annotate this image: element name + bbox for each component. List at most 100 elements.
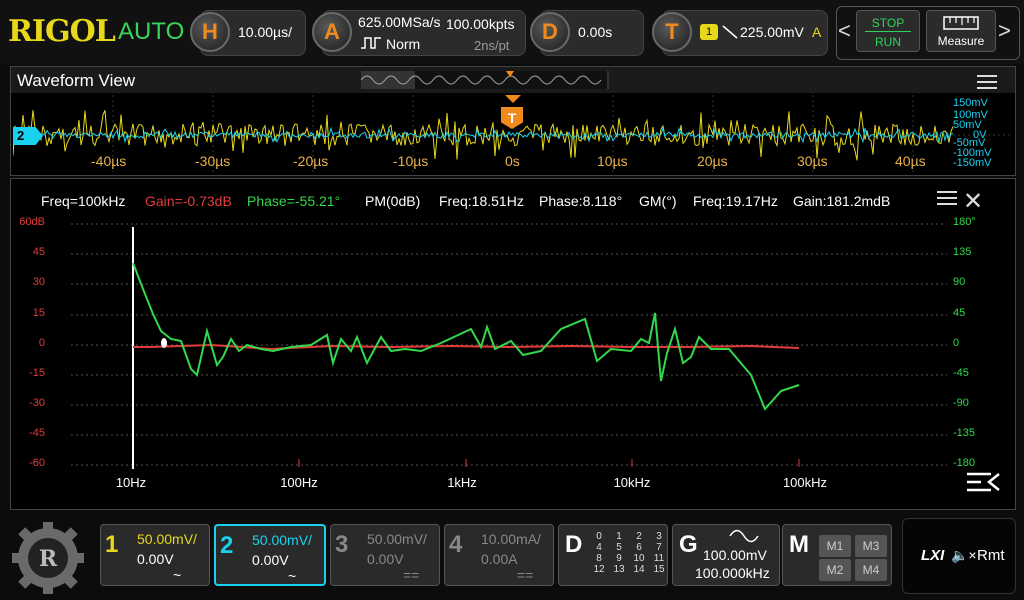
channel2-scale: 50.00mV/ bbox=[252, 532, 312, 548]
digital-ch: 1 bbox=[616, 531, 622, 542]
time-tick: 40µs bbox=[895, 153, 926, 169]
channel1-box[interactable]: 1 50.00mV/ 0.00V ~ bbox=[100, 524, 210, 586]
time-tick: -10µs bbox=[393, 153, 429, 169]
digital-ch: 6 bbox=[636, 542, 642, 553]
time-tick: 10µs bbox=[597, 153, 628, 169]
time-tick: -40µs bbox=[91, 153, 127, 169]
generator-frequency: 100.000kHz bbox=[695, 565, 770, 581]
digital-ch: 0 bbox=[596, 531, 602, 542]
rising-edge-icon bbox=[722, 25, 738, 39]
waveform-view-panel: Waveform View T 2 -40µs -30µs -20µs -10µ… bbox=[10, 66, 1016, 176]
trigger-mode-status[interactable]: AUTO bbox=[118, 18, 184, 46]
time-tick: -30µs bbox=[195, 153, 231, 169]
time-tick: 20µs bbox=[697, 153, 728, 169]
trigger-position-marker bbox=[505, 95, 521, 103]
digital-ch: 9 bbox=[616, 553, 622, 564]
digital-ch: 3 bbox=[656, 531, 662, 542]
channel4-offset: 0.00A bbox=[481, 551, 518, 567]
brand-logo: RIGOL bbox=[8, 14, 116, 49]
generator-amplitude: 100.00mV bbox=[703, 547, 767, 563]
gain-curve bbox=[133, 343, 800, 351]
trigger-source-badge: 1 bbox=[700, 24, 718, 40]
math-m2-button[interactable]: M2 bbox=[819, 559, 851, 581]
collapse-menu-icon[interactable] bbox=[965, 469, 1001, 497]
lxi-icon: LXI bbox=[921, 547, 945, 564]
generator-box[interactable]: G 100.00mV 100.000kHz bbox=[672, 524, 780, 586]
digital-ch: 11 bbox=[653, 553, 665, 564]
math-m1-button[interactable]: M1 bbox=[819, 535, 851, 557]
sound-muted-icon[interactable]: 🔈× bbox=[951, 547, 977, 564]
bode-graph[interactable] bbox=[11, 179, 1017, 511]
digital-box[interactable]: D 0 1 2 3 4 5 6 7 8 9 10 11 12 13 14 15 bbox=[558, 524, 668, 586]
digital-ch: 12 bbox=[593, 564, 605, 575]
digital-ch: 4 bbox=[596, 542, 602, 553]
acquire-icon[interactable]: A bbox=[312, 12, 352, 52]
channel2-coupling: ~ bbox=[288, 568, 297, 584]
bode-plot-panel: Freq=100kHz Gain=-0.73dB Phase=-55.21° P… bbox=[10, 178, 1016, 510]
waveform-overview-bar[interactable] bbox=[361, 69, 609, 89]
acquire-resolution: 2ns/pt bbox=[474, 38, 510, 53]
math-label: M bbox=[789, 531, 809, 558]
cursor-marker bbox=[161, 338, 167, 348]
acquire-mode: Norm bbox=[386, 36, 421, 52]
waveform-view-title: Waveform View bbox=[17, 71, 136, 90]
delay-value: 0.00s bbox=[578, 24, 613, 40]
channel1-scale: 50.00mV/ bbox=[137, 531, 197, 547]
volt-tick: -150mV bbox=[953, 157, 992, 169]
math-m4-button[interactable]: M4 bbox=[855, 559, 887, 581]
freq-axis-tick: 10kHz bbox=[613, 475, 651, 490]
sample-rate: 625.00MSa/s bbox=[358, 14, 441, 30]
channel4-coupling: == bbox=[517, 567, 534, 583]
prev-arrow-icon[interactable]: < bbox=[838, 18, 851, 44]
phase-curve bbox=[132, 262, 800, 411]
run-label: RUN bbox=[875, 35, 901, 49]
generator-label: G bbox=[679, 531, 698, 558]
trigger-state: A bbox=[812, 24, 822, 40]
channel4-number: 4 bbox=[449, 531, 463, 558]
channel3-coupling: == bbox=[403, 567, 420, 583]
trigger-icon[interactable]: T bbox=[652, 12, 692, 52]
digital-ch: 7 bbox=[656, 542, 662, 553]
waveform-menu-icon[interactable] bbox=[977, 75, 997, 89]
freq-axis-tick: 1kHz bbox=[447, 475, 477, 490]
freq-axis-tick: 10Hz bbox=[115, 475, 147, 490]
digital-ch: 14 bbox=[633, 564, 645, 575]
top-bar: RIGOL AUTO H 10.00µs/ A 625.00MSa/s 100.… bbox=[0, 0, 1024, 64]
acquire-mode-icon bbox=[361, 37, 381, 49]
time-tick: 0s bbox=[505, 153, 520, 169]
horizontal-icon[interactable]: H bbox=[190, 12, 230, 52]
volt-tick: 150mV bbox=[953, 97, 988, 109]
time-tick: -20µs bbox=[293, 153, 329, 169]
stop-run-divider bbox=[865, 31, 911, 32]
channel3-offset: 0.00V bbox=[367, 551, 404, 567]
stop-run-button[interactable]: STOP RUN bbox=[856, 10, 920, 52]
channel1-coupling: ~ bbox=[173, 567, 182, 583]
channel3-number: 3 bbox=[335, 531, 349, 558]
channel2-box[interactable]: 2 50.00mV/ 0.00V ~ bbox=[214, 524, 326, 586]
sine-wave-icon bbox=[729, 529, 759, 543]
digital-label: D bbox=[565, 531, 583, 558]
channel4-box[interactable]: 4 10.00mA/ 0.00A == bbox=[444, 524, 554, 586]
channel3-scale: 50.00mV/ bbox=[367, 531, 427, 547]
next-arrow-icon[interactable]: > bbox=[998, 18, 1011, 44]
channel2-number: 2 bbox=[220, 532, 234, 559]
delay-icon[interactable]: D bbox=[530, 12, 570, 52]
digital-channel-grid: 0 1 2 3 4 5 6 7 8 9 10 11 12 13 14 15 bbox=[589, 531, 669, 575]
memory-depth: 100.00kpts bbox=[446, 16, 515, 32]
channel1-offset: 0.00V bbox=[137, 551, 174, 567]
freq-axis-tick: 100kHz bbox=[782, 475, 828, 490]
math-m3-button[interactable]: M3 bbox=[855, 535, 887, 557]
status-area: LXI 🔈× Rmt bbox=[902, 518, 1016, 594]
time-tick: 30µs bbox=[797, 153, 828, 169]
oscilloscope-screen: RIGOL AUTO H 10.00µs/ A 625.00MSa/s 100.… bbox=[0, 0, 1024, 600]
channel4-scale: 10.00mA/ bbox=[481, 531, 541, 547]
digital-ch: 5 bbox=[616, 542, 622, 553]
gear-icon[interactable]: R bbox=[10, 520, 86, 596]
digital-ch: 10 bbox=[633, 553, 645, 564]
measure-button[interactable]: Measure bbox=[926, 10, 996, 52]
math-box[interactable]: M M1 M3 M2 M4 bbox=[782, 524, 892, 586]
trigger-level: 225.00mV bbox=[740, 24, 804, 40]
channel3-box[interactable]: 3 50.00mV/ 0.00V == bbox=[330, 524, 440, 586]
channel1-number: 1 bbox=[105, 531, 119, 558]
svg-text:R: R bbox=[39, 546, 58, 572]
